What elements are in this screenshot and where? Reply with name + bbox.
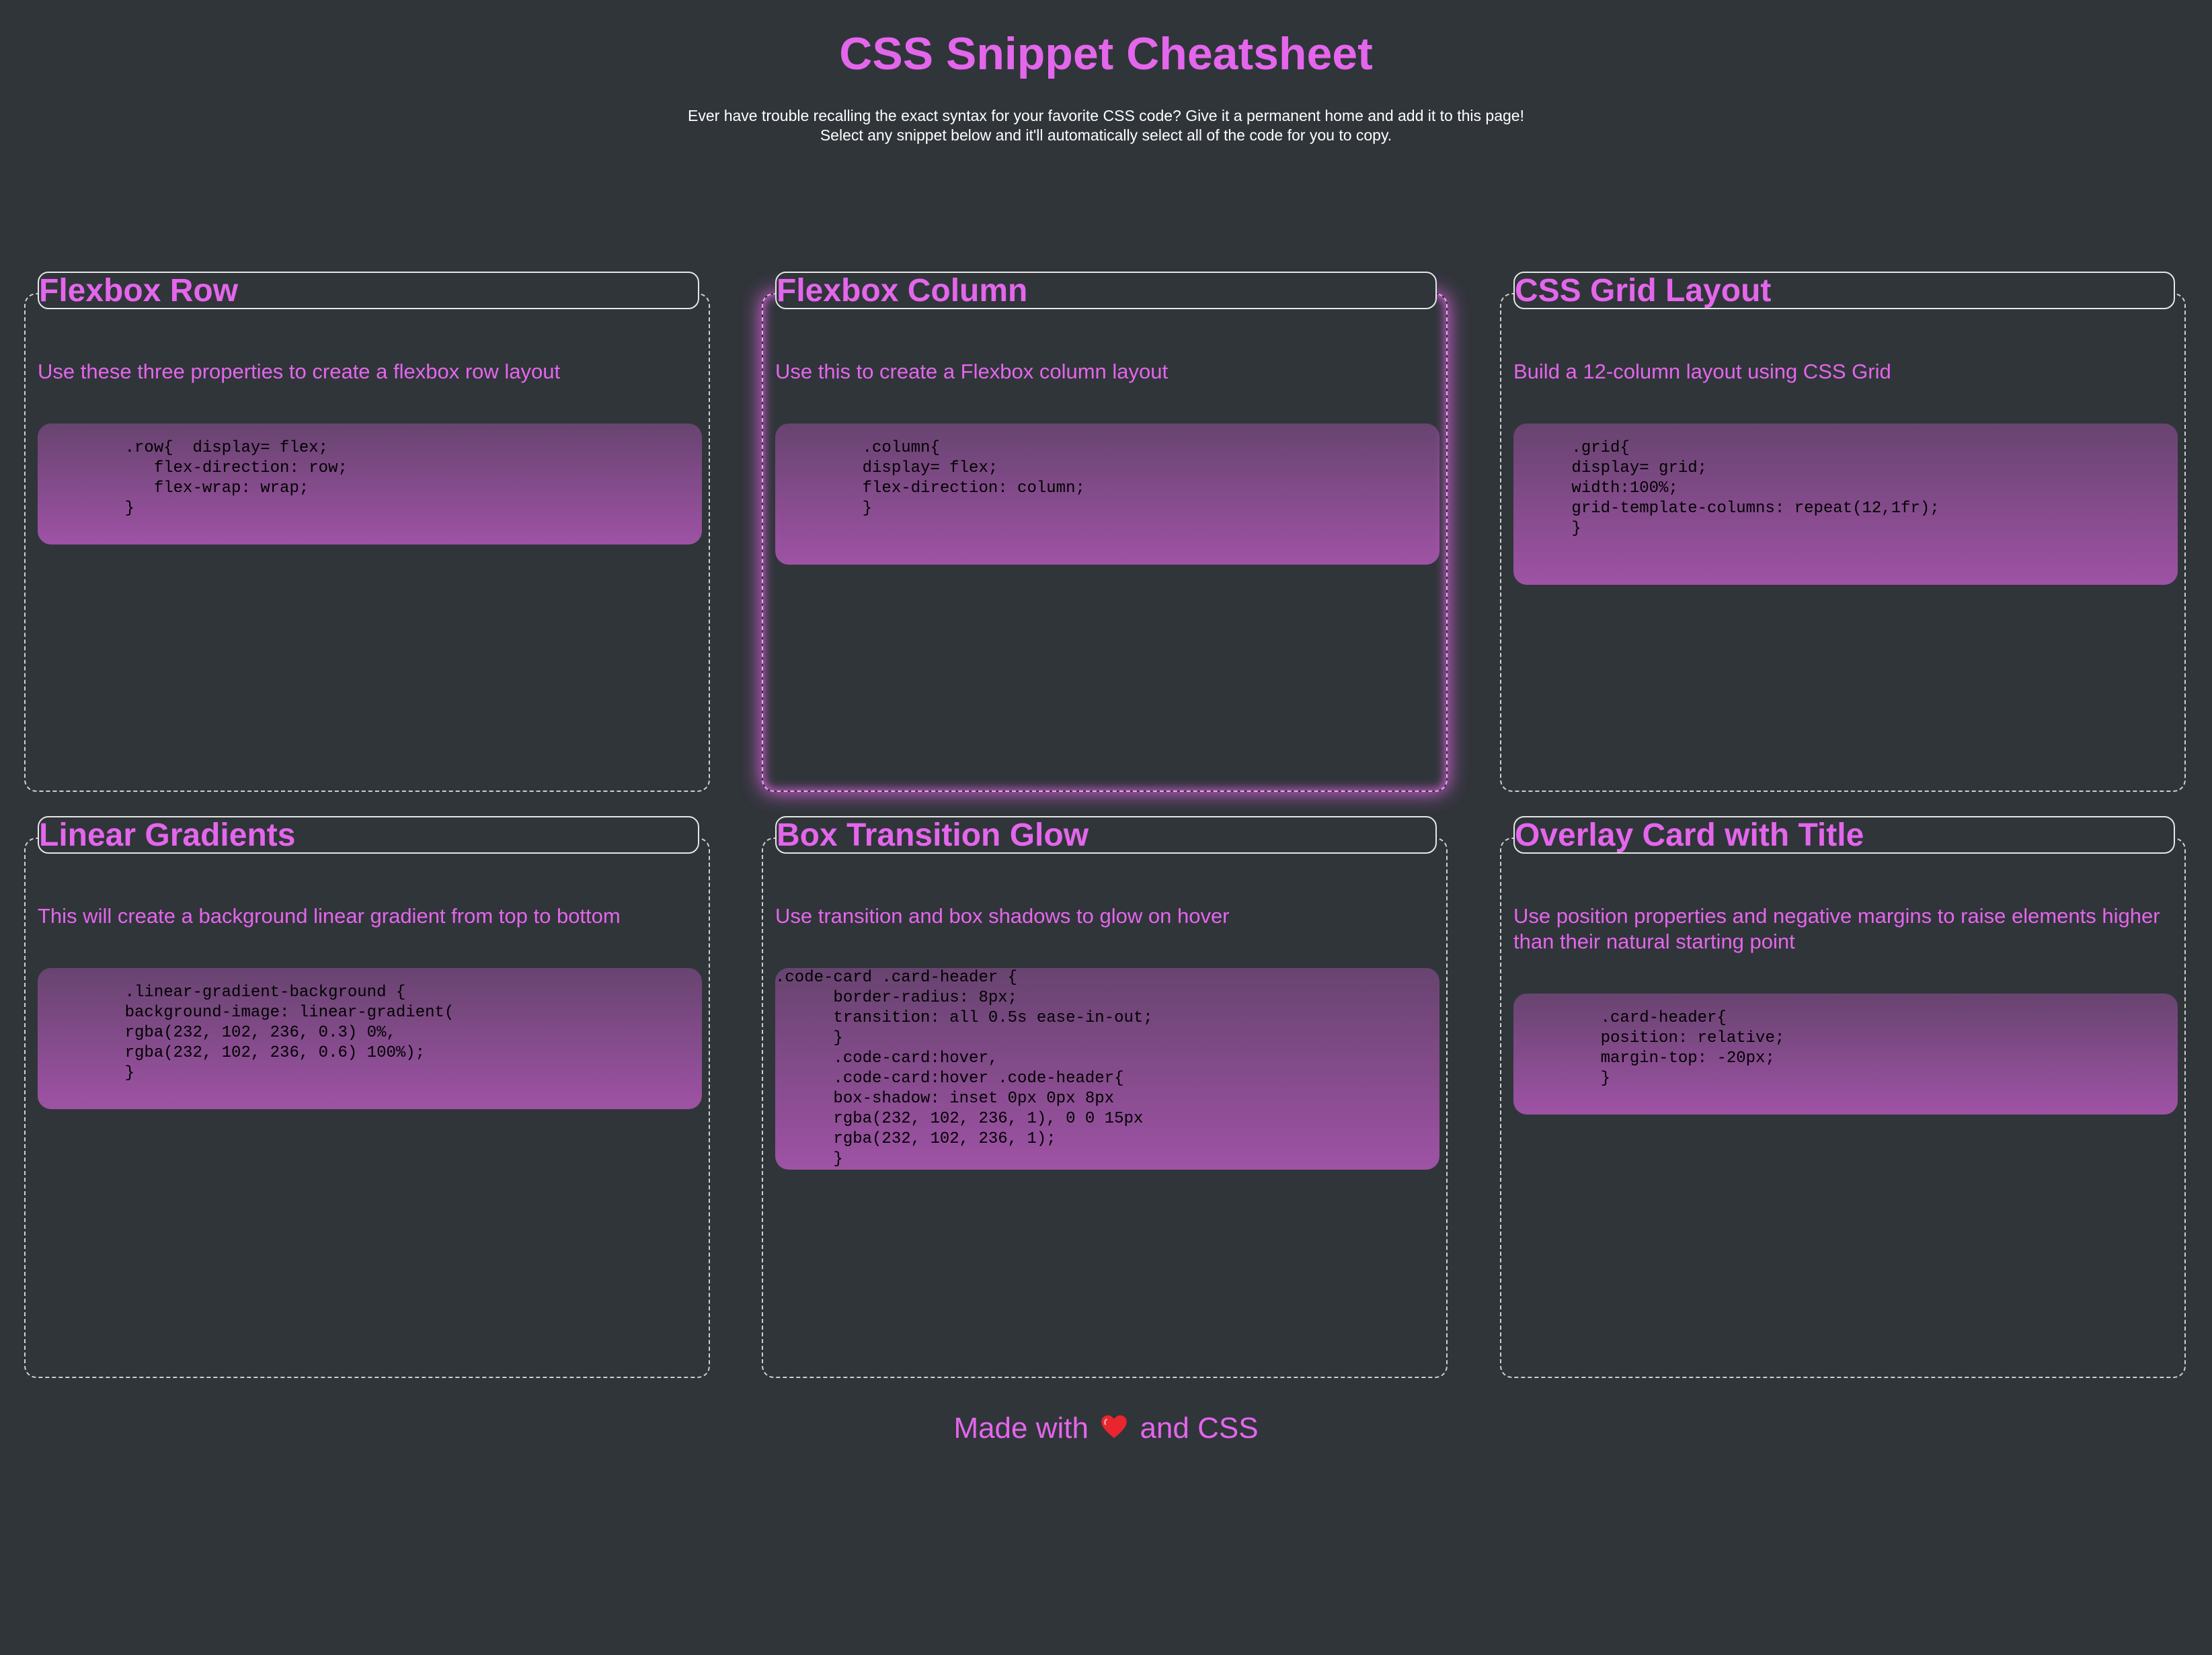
code-card-flexbox-row[interactable]: Flexbox Row Use these three properties t… — [24, 272, 710, 792]
card-header: Flexbox Column — [775, 272, 1437, 309]
footer-text-after: and CSS — [1140, 1412, 1259, 1445]
card-description: Build a 12-column layout using CSS Grid — [1513, 360, 1891, 383]
card-header: Overlay Card with Title — [1513, 816, 2175, 854]
code-snippet[interactable]: .grid{ display= grid; width:100%; grid-t… — [1513, 423, 2178, 585]
code-snippet[interactable]: .row{ display= flex; flex-direction: row… — [38, 423, 702, 544]
code-snippet[interactable]: .column{ display= flex; flex-direction: … — [775, 423, 1439, 565]
card-description: Use position properties and negative mar… — [1513, 904, 2160, 953]
card-header: Box Transition Glow — [775, 816, 1437, 854]
code-card-css-grid-layout[interactable]: CSS Grid Layout Build a 12-column layout… — [1500, 272, 2186, 792]
page-intro: Ever have trouble recalling the exact sy… — [0, 106, 2212, 145]
heart-icon — [1101, 1414, 1128, 1441]
card-description: Use this to create a Flexbox column layo… — [775, 360, 1169, 383]
card-description: Use these three properties to create a f… — [38, 360, 561, 383]
card-title: Flexbox Column — [777, 273, 1028, 309]
code-card-flexbox-column[interactable]: Flexbox Column Use this to create a Flex… — [762, 272, 1448, 792]
card-title: Box Transition Glow — [777, 817, 1089, 853]
page-title: CSS Snippet Cheatsheet — [839, 28, 1373, 79]
code-snippet[interactable]: .linear-gradient-background { background… — [38, 968, 702, 1109]
code-snippet[interactable]: .code-card .card-header { border-radius:… — [775, 968, 1439, 1170]
intro-line-2: Select any snippet below and it'll autom… — [820, 126, 1392, 144]
card-title: Overlay Card with Title — [1515, 817, 1864, 853]
intro-line-1: Ever have trouble recalling the exact sy… — [688, 107, 1524, 124]
card-header: Linear Gradients — [38, 816, 699, 854]
code-card-box-transition-glow[interactable]: Box Transition Glow Use transition and b… — [762, 816, 1448, 1378]
card-description: Use transition and box shadows to glow o… — [775, 904, 1230, 928]
card-title: CSS Grid Layout — [1515, 273, 1772, 309]
footer-text-before: Made with — [953, 1412, 1089, 1445]
code-card-linear-gradients[interactable]: Linear Gradients This will create a back… — [24, 816, 710, 1378]
card-title: Flexbox Row — [39, 273, 239, 309]
card-title: Linear Gradients — [39, 817, 296, 853]
card-header: CSS Grid Layout — [1513, 272, 2175, 309]
code-snippet[interactable]: .card-header{ position: relative; margin… — [1513, 994, 2178, 1115]
card-header: Flexbox Row — [38, 272, 699, 309]
footer: Made with and CSS — [0, 1410, 2212, 1447]
code-card-overlay-card-with-title[interactable]: Overlay Card with Title Use position pro… — [1500, 816, 2186, 1378]
card-description: This will create a background linear gra… — [38, 904, 621, 928]
